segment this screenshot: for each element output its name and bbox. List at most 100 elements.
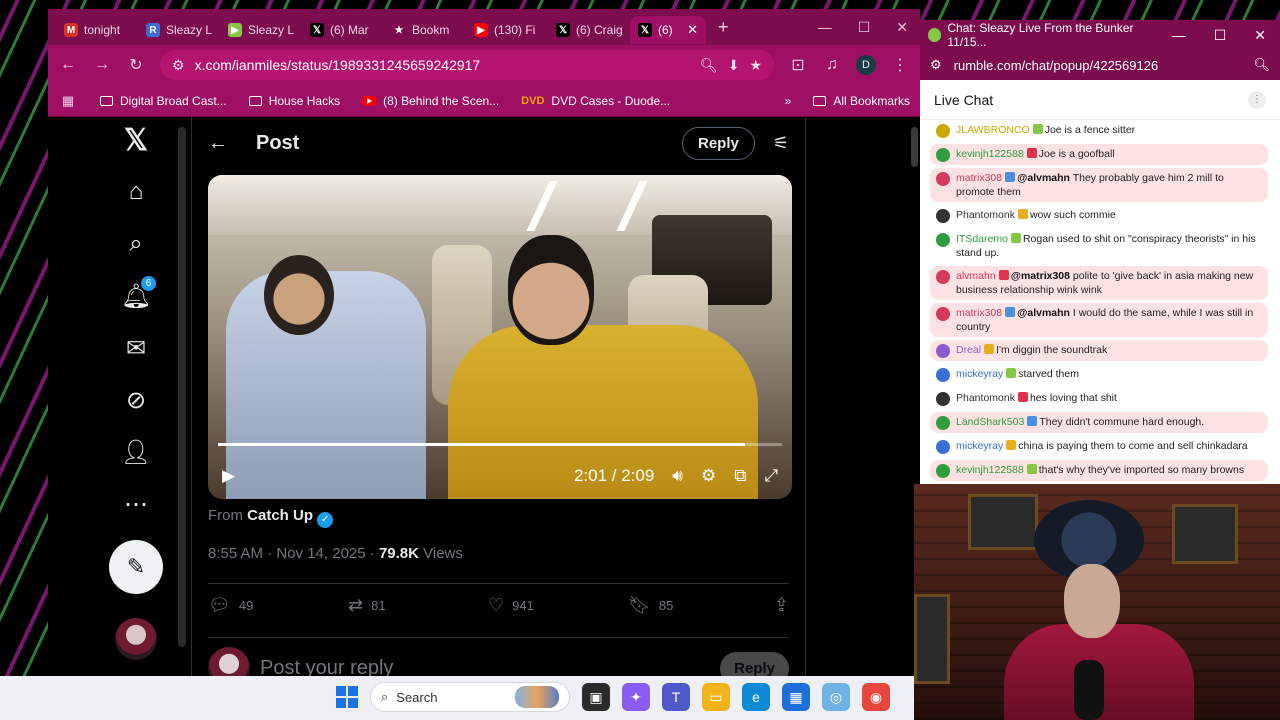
bookmark-item[interactable]: DVD DVD Cases - Duode... [521,94,670,108]
zoom-icon[interactable]: 🔍︎ [1253,57,1270,73]
close-icon[interactable]: ✕ [896,19,908,36]
chat-message-list[interactable]: JLAWBRONCO Joe is a fence sitter kevinjh12… [920,120,1280,484]
chrome-icon[interactable]: ◉ [862,683,890,711]
chat-more-icon[interactable]: ⋮ [1248,90,1266,109]
all-bookmarks[interactable]: All Bookmarks [813,94,910,108]
lens-icon[interactable]: ⊡ [788,55,808,75]
user-avatar[interactable] [936,148,950,162]
user-avatar[interactable] [936,124,950,138]
browser-tab[interactable]: 𝕏 (6) Mar [302,16,384,44]
browser-tab[interactable]: 𝕏 (6) Craig [548,16,630,44]
browser-tab[interactable]: ▶ (130) Fi [466,16,548,44]
x-logo-icon[interactable]: 𝕏 [124,123,148,158]
chat-username[interactable]: JLAWBRONCO [956,124,1030,136]
teams-icon[interactable]: T [662,683,690,711]
play-icon[interactable]: ▶ [222,466,235,486]
chat-username[interactable]: Phantomonk [956,392,1015,404]
reply-action[interactable]: 💬︎ 49 [208,595,348,616]
chat-username[interactable]: Phantomonk [956,209,1015,221]
sliders-icon[interactable]: ⚟ [773,133,789,154]
user-avatar[interactable] [936,344,950,358]
chat-username[interactable]: mickeyray [956,368,1003,380]
store-icon[interactable]: ▦ [782,683,810,711]
user-avatar[interactable] [936,416,950,430]
user-avatar[interactable] [936,270,950,284]
reply-input[interactable]: Post your reply [260,657,393,677]
site-settings-icon[interactable]: ⚙ [172,57,185,74]
forward-arrow-icon[interactable]: → [92,56,112,74]
maximize-icon[interactable]: ☐ [1214,27,1227,44]
volume-icon[interactable]: 🔊︎ [672,466,683,486]
copilot-icon[interactable]: ✦ [622,683,650,711]
reply-button[interactable]: Reply [682,126,755,160]
apps-grid-icon[interactable]: ▦ [58,93,78,109]
left-scrollbar[interactable] [178,127,186,647]
more-circle-icon[interactable]: ⋯ [114,482,158,526]
chat-username[interactable]: mickeyray [956,440,1003,452]
browser-tab[interactable]: R Sleazy L [138,16,220,44]
minimize-icon[interactable]: — [1172,27,1186,44]
share-icon[interactable]: ⇪ [774,595,789,616]
menu-kebab-icon[interactable]: ⋮ [890,55,910,75]
zoom-icon[interactable]: 🔍︎ [700,57,718,74]
address-bar[interactable]: ⚙ x.com/ianmiles/status/1989331245659242… [160,50,774,80]
minimize-icon[interactable]: — [818,19,832,36]
taskbar-search[interactable]: ⌕ Search [370,682,570,712]
user-avatar[interactable] [936,440,950,454]
user-avatar[interactable] [936,368,950,382]
windows-start-icon[interactable] [336,686,358,708]
profile-person-icon[interactable]: 👤︎ [114,430,158,474]
chat-url[interactable]: rumble.com/chat/popup/422569126 [954,58,1242,73]
grok-icon[interactable]: ⊘ [114,378,158,422]
maximize-icon[interactable]: ☐ [858,19,871,36]
account-avatar[interactable] [115,618,157,660]
back-arrow-icon[interactable]: ← [208,132,228,155]
browser-tab[interactable]: ▶ Sleazy L [220,16,302,44]
user-avatar[interactable] [936,464,950,478]
compose-post-button[interactable]: ✎ [109,540,163,594]
chat-username[interactable]: Dreal [956,344,981,356]
bookmark-item[interactable]: House Hacks [248,94,340,108]
user-avatar[interactable] [936,392,950,406]
chat-username[interactable]: LandShark503 [956,416,1024,428]
pip-icon[interactable]: ⧉ [734,466,746,486]
site-settings-icon[interactable]: ⚙ [930,57,942,73]
app-icon[interactable]: ◎ [822,683,850,711]
task-view-icon[interactable]: ▣ [582,683,610,711]
media-icon[interactable]: ♫ [822,56,842,74]
post-timestamp[interactable]: 8:55 AM · Nov 14, 2025 · [208,545,375,562]
browser-tab[interactable]: ★ Bookm [384,16,466,44]
repost-action[interactable]: ⇄ 81 [348,595,488,616]
from-account-link[interactable]: Catch Up [247,507,313,524]
bookmark-item[interactable]: Digital Broad Cast... [100,94,227,108]
browser-tab[interactable]: 𝕏 (6) ✕ [630,16,706,44]
explore-search-icon[interactable]: ⌕ [114,222,158,266]
new-tab-icon[interactable]: + [718,17,729,38]
more-bookmarks-icon[interactable]: » [785,94,792,108]
edge-icon[interactable]: e [742,683,770,711]
reload-icon[interactable]: ↻ [126,55,146,75]
close-tab-icon[interactable]: ✕ [687,22,698,38]
chat-username[interactable]: kevinjh122588 [956,464,1024,476]
chat-username[interactable]: matrix308 [956,307,1002,319]
chat-username[interactable]: kevinjh122588 [956,148,1024,160]
url-text[interactable]: x.com/ianmiles/status/198933124565924291… [195,57,690,73]
bookmark-item[interactable]: (8) Behind the Scen... [362,94,499,108]
home-icon[interactable]: ⌂ [114,170,158,214]
file-explorer-icon[interactable]: ▭ [702,683,730,711]
chat-username[interactable]: matrix308 [956,172,1002,184]
fullscreen-icon[interactable]: ⤢ [764,466,778,486]
like-action[interactable]: ♡ 941 [488,595,628,616]
chat-username[interactable]: alvmahn [956,270,996,282]
user-avatar[interactable] [936,233,950,247]
back-arrow-icon[interactable]: ← [58,56,78,74]
chat-mention[interactable]: @alvmahn [1017,172,1070,184]
reply-submit-button[interactable]: Reply [720,651,789,676]
messages-mail-icon[interactable]: ✉ [114,326,158,370]
notifications-bell-icon[interactable]: 🔔︎ 6 [114,274,158,318]
user-avatar[interactable] [936,172,950,186]
user-avatar[interactable] [936,307,950,321]
bookmark-star-icon[interactable]: ★ [749,57,762,74]
chat-username[interactable]: ITSdaremo [956,233,1008,245]
close-icon[interactable]: ✕ [1254,27,1266,44]
